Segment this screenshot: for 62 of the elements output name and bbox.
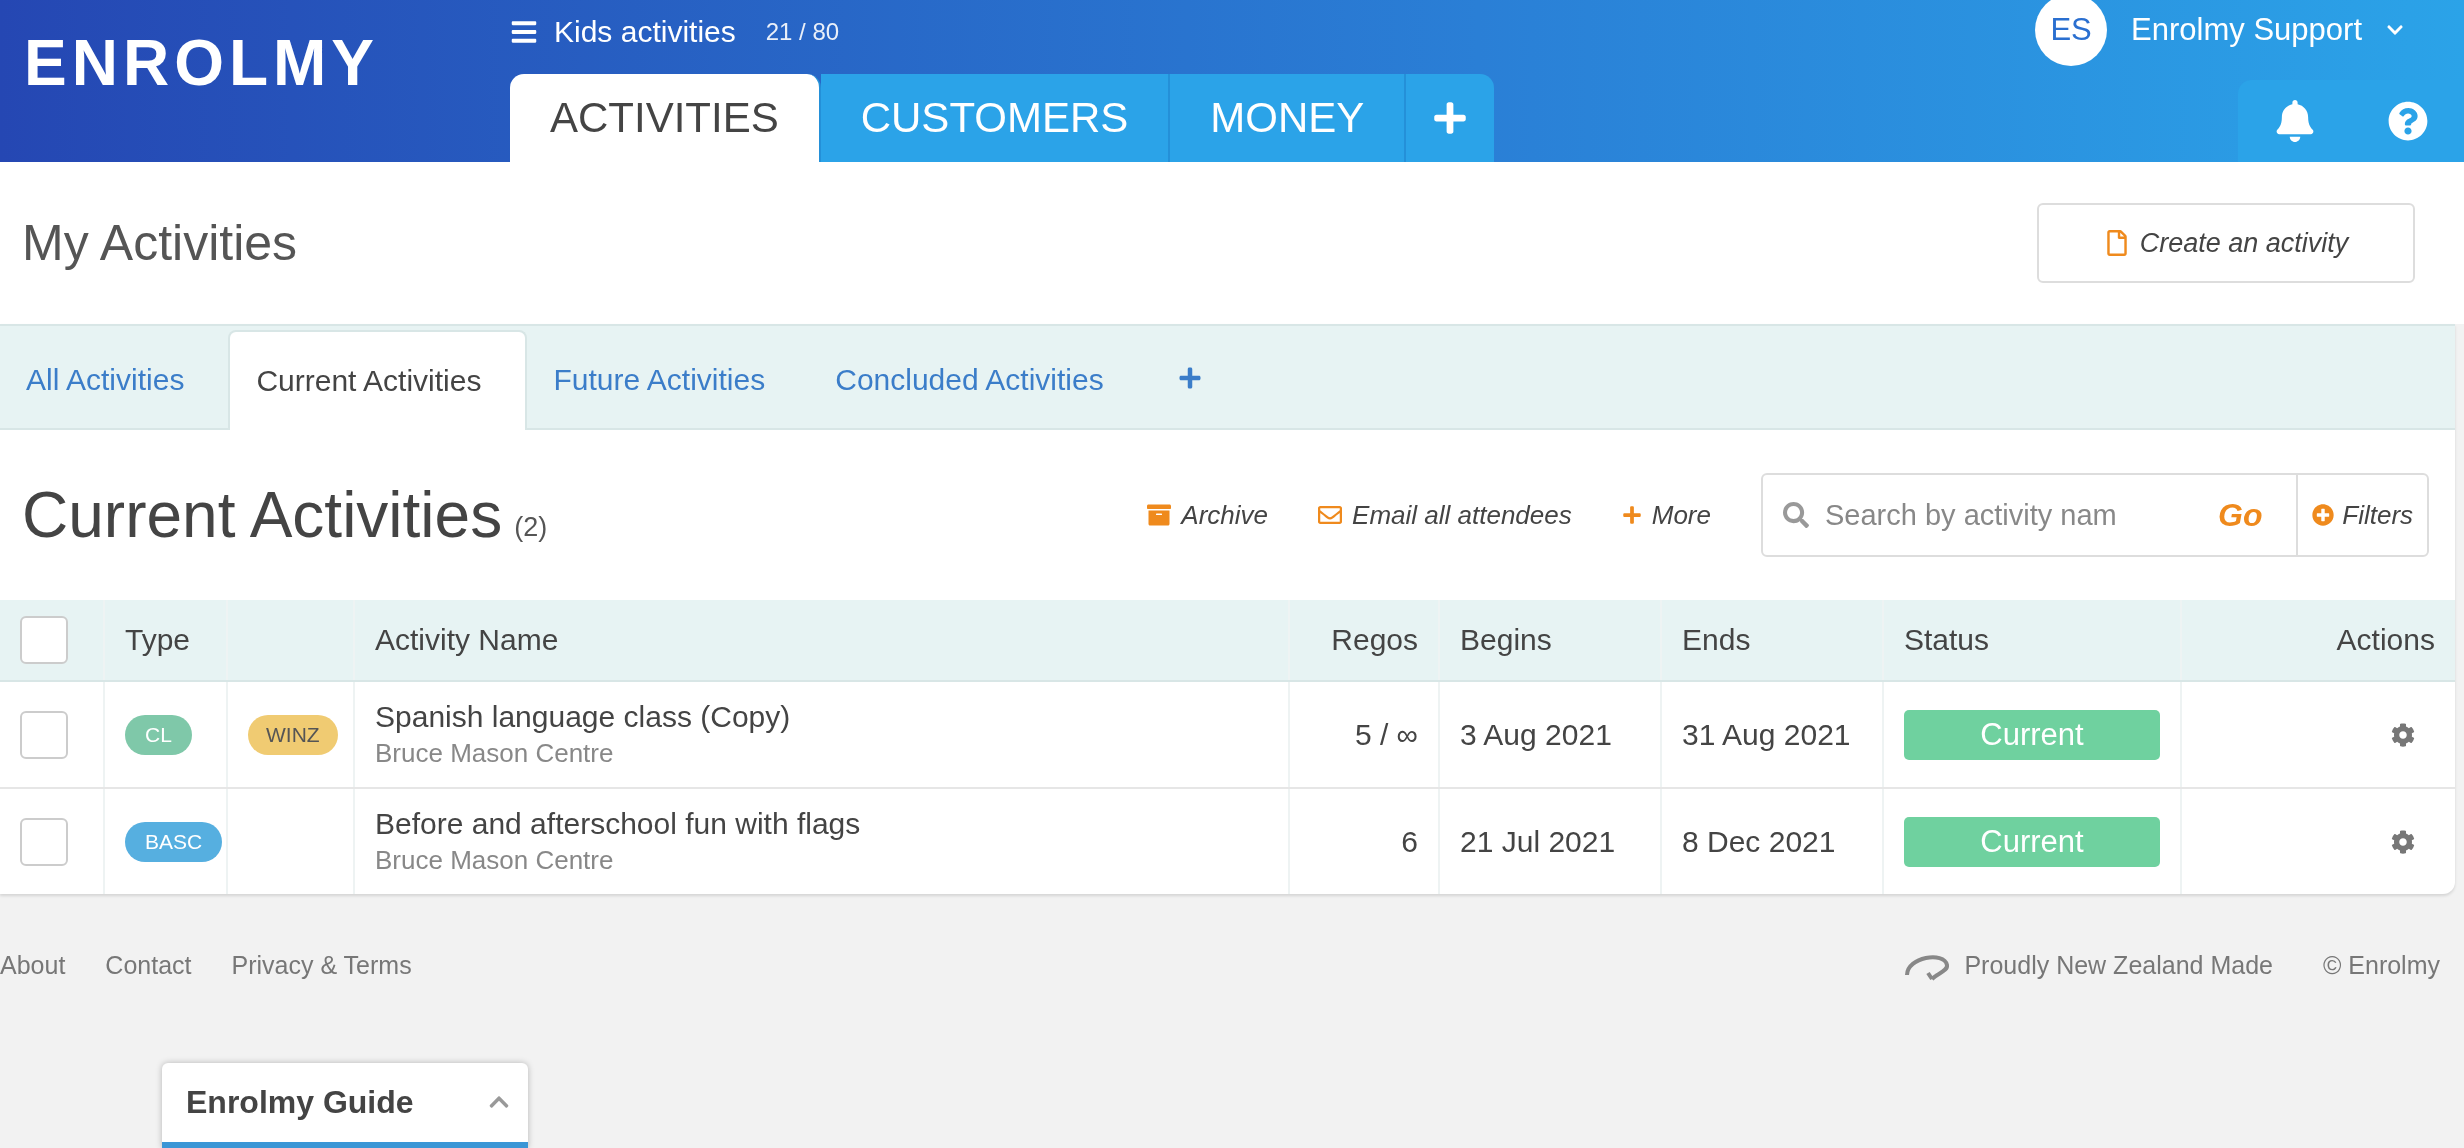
- footer-text: Proudly New Zealand Made: [1964, 951, 2273, 981]
- page-title: My Activities: [22, 214, 298, 273]
- list-count: (2): [514, 511, 548, 543]
- search-icon: [1783, 502, 1809, 529]
- activity-name[interactable]: Spanish language class (Copy): [375, 700, 791, 735]
- logo-text: ENROLMY: [24, 27, 379, 99]
- list-title: Current Activities: [22, 478, 503, 553]
- table-cell: 21 Jul 2021: [1460, 824, 1616, 859]
- tag-badge: WINZ: [248, 714, 338, 755]
- status-badge: Current: [1904, 816, 2160, 867]
- activity-name[interactable]: Before and afterschool fun with flags: [375, 807, 861, 842]
- row-checkbox[interactable]: [20, 817, 68, 866]
- gear-icon: [2391, 829, 2415, 854]
- column-header: Begins: [1460, 623, 1552, 658]
- activity-tab[interactable]: Future Activities: [527, 330, 810, 431]
- help-button[interactable]: [2388, 101, 2428, 141]
- plus-icon: [1621, 505, 1642, 526]
- organisation-count: 21 / 80: [765, 18, 840, 46]
- column-header: Actions: [2336, 623, 2435, 658]
- footer-link[interactable]: About: [0, 951, 66, 981]
- select-all-checkbox[interactable]: [20, 616, 68, 665]
- notifications-button[interactable]: [2274, 100, 2316, 142]
- table-cell: 6: [1401, 824, 1418, 859]
- action-link[interactable]: Archive: [1147, 499, 1269, 531]
- column-header: Type: [125, 623, 191, 658]
- archive-icon: [1147, 503, 1172, 528]
- column-header: Regos: [1331, 623, 1418, 658]
- help-icon: [2388, 101, 2428, 141]
- gear-icon: [2391, 722, 2415, 747]
- create-activity-button[interactable]: Create an activity: [2037, 203, 2415, 284]
- table-cell: 31 Aug 2021: [1682, 717, 1851, 752]
- plus-icon: [1432, 100, 1469, 136]
- column-header: Status: [1904, 623, 1990, 658]
- venue-name: Bruce Mason Centre: [375, 845, 615, 877]
- table-cell: 8 Dec 2021: [1682, 824, 1836, 859]
- table-cell: 5 / ∞: [1354, 717, 1418, 752]
- type-badge: BASC: [125, 821, 223, 862]
- status-badge: Current: [1904, 709, 2160, 760]
- guide-title: Enrolmy Guide: [186, 1083, 414, 1121]
- menu-icon[interactable]: [510, 18, 538, 46]
- bell-icon: [2274, 100, 2316, 142]
- footer-link[interactable]: Privacy & Terms: [231, 951, 412, 981]
- column-header: Ends: [1682, 623, 1751, 658]
- action-link[interactable]: More: [1621, 499, 1711, 531]
- copyright-text: © Enrolmy: [2322, 951, 2440, 981]
- user-avatar: ES: [2035, 0, 2108, 66]
- column-header: Activity Name: [375, 623, 559, 658]
- add-tab-button[interactable]: [1406, 74, 1495, 162]
- nav-tab[interactable]: ACTIVITIES: [510, 74, 821, 162]
- action-link[interactable]: Email all attendees: [1318, 499, 1572, 531]
- activity-tab[interactable]: Concluded Activities: [809, 330, 1148, 431]
- guide-panel[interactable]: Enrolmy Guide: [162, 1062, 528, 1148]
- row-checkbox[interactable]: [20, 710, 68, 759]
- venue-name: Bruce Mason Centre: [375, 738, 615, 770]
- user-menu[interactable]: ES Enrolmy Support: [2035, 0, 2404, 66]
- table-cell: 3 Aug 2021: [1460, 717, 1612, 752]
- activity-tab[interactable]: Current Activities: [228, 330, 528, 431]
- organisation-name[interactable]: Kids activities: [554, 15, 736, 49]
- plus-icon: [1177, 366, 1202, 391]
- footer-link[interactable]: Contact: [105, 951, 192, 981]
- activity-tab[interactable]: All Activities: [0, 330, 229, 431]
- type-badge: CL: [125, 714, 192, 755]
